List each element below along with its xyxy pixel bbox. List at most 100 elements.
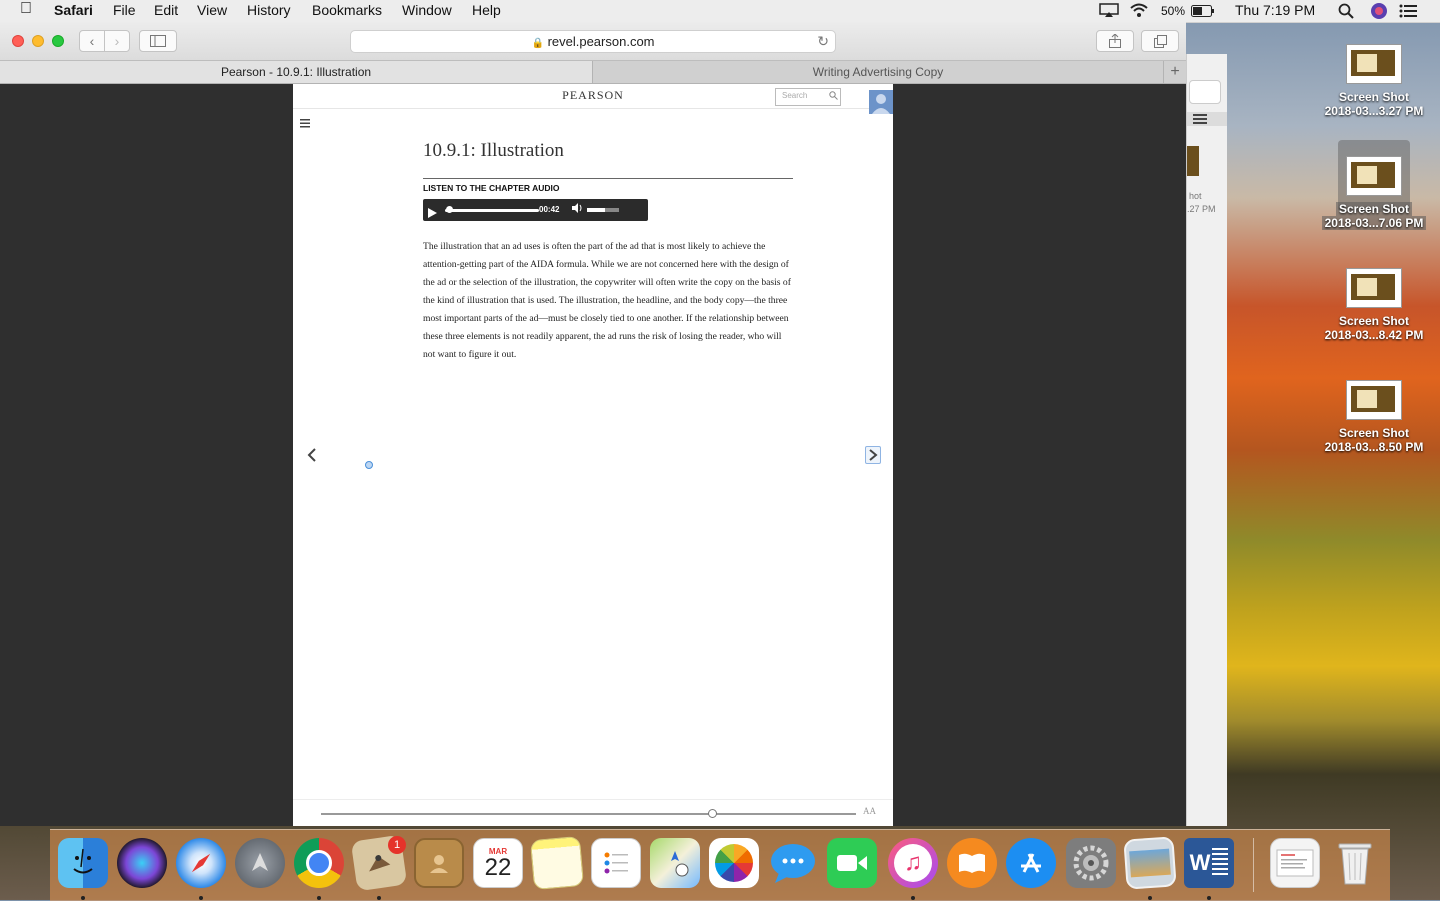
battery-icon[interactable] [1191, 4, 1215, 20]
running-indicator [317, 896, 321, 900]
system-preferences-icon[interactable] [1066, 838, 1116, 888]
wifi-icon[interactable] [1129, 2, 1149, 21]
url-text: revel.pearson.com [547, 34, 655, 49]
chrome-icon[interactable] [294, 838, 344, 888]
forward-button[interactable]: › [104, 30, 130, 52]
title-divider [423, 178, 793, 179]
tab-writing-advertising-copy[interactable]: Writing Advertising Copy [593, 61, 1163, 83]
previous-page-icon[interactable] [307, 448, 317, 467]
menu-view[interactable]: View [197, 2, 227, 18]
bg-window-file-time: .27 PM [1187, 204, 1216, 214]
close-window-button[interactable] [12, 35, 24, 47]
audio-progress-track[interactable] [445, 209, 539, 212]
web-page: PEARSON Search 10.9.1: Illustration LIST… [293, 84, 893, 826]
notes-icon[interactable] [529, 835, 585, 891]
search-icon[interactable] [829, 91, 838, 102]
preview-icon[interactable] [1123, 836, 1177, 890]
mail-badge: 1 [388, 836, 406, 854]
menu-bar:  Safari File Edit View History Bookmark… [0, 0, 1440, 23]
notification-center-icon[interactable] [1399, 4, 1417, 21]
trash-icon[interactable] [1330, 838, 1380, 888]
apple-menu-icon[interactable]:  [20, 0, 32, 18]
downloads-stack-icon[interactable] [1270, 838, 1320, 888]
audio-time: 00:42 [539, 205, 560, 214]
menubar-clock[interactable]: Thu 7:19 PM [1235, 2, 1315, 18]
desktop-file[interactable]: Screen Shot 2018-03...8.42 PM [1314, 268, 1434, 342]
menu-edit[interactable]: Edit [154, 2, 178, 18]
font-size-button[interactable]: AA [863, 806, 876, 816]
menu-bookmarks[interactable]: Bookmarks [312, 2, 382, 18]
app-store-icon[interactable] [1006, 838, 1056, 888]
volume-icon[interactable] [572, 203, 583, 215]
safari-icon[interactable] [176, 838, 226, 888]
siri-icon[interactable] [1370, 2, 1388, 23]
calendar-icon[interactable]: MAR 22 [473, 838, 523, 888]
siri-icon[interactable] [117, 838, 167, 888]
background-finder-window[interactable]: hot .27 PM [1186, 54, 1227, 826]
running-indicator [1148, 896, 1152, 900]
sidebar-toggle-button[interactable] [139, 30, 177, 52]
audio-progress-handle[interactable] [446, 206, 453, 213]
file-date: 2018-03...3.27 PM [1324, 104, 1424, 118]
desktop-file[interactable]: Screen Shot 2018-03...7.06 PM [1314, 140, 1434, 230]
file-thumbnail [1346, 156, 1402, 196]
next-page-icon[interactable] [865, 446, 881, 464]
zoom-window-button[interactable] [52, 35, 64, 47]
tab-overview-button[interactable] [1141, 30, 1179, 52]
desktop-file[interactable]: Screen Shot 2018-03...3.27 PM [1314, 44, 1434, 118]
file-thumbnail [1346, 44, 1402, 84]
file-date: 2018-03...8.50 PM [1324, 440, 1424, 454]
spotlight-icon[interactable] [1338, 3, 1354, 22]
volume-slider[interactable] [587, 208, 619, 212]
menu-help[interactable]: Help [472, 2, 501, 18]
messages-icon[interactable] [768, 838, 818, 888]
file-name: Screen Shot [1338, 426, 1410, 440]
calendar-day: 22 [484, 853, 512, 881]
back-button[interactable]: ‹ [79, 30, 105, 52]
desktop-file[interactable]: Screen Shot 2018-03...8.50 PM [1314, 380, 1434, 454]
tab-bar: Pearson - 10.9.1: Illustration Writing A… [0, 61, 1186, 84]
menu-history[interactable]: History [247, 2, 291, 18]
menu-file[interactable]: File [113, 2, 136, 18]
audio-label: LISTEN TO THE CHAPTER AUDIO [423, 183, 560, 193]
reading-progress-handle[interactable] [708, 809, 717, 818]
running-indicator [81, 896, 85, 900]
running-indicator [199, 896, 203, 900]
itunes-icon[interactable]: ♫ [888, 838, 938, 888]
safari-toolbar: ‹ › 🔒 revel.pearson.com ↻ [0, 22, 1186, 61]
tab-pearson[interactable]: Pearson - 10.9.1: Illustration [0, 61, 593, 83]
play-icon[interactable] [428, 205, 437, 223]
new-tab-button[interactable]: + [1163, 61, 1186, 83]
maps-icon[interactable] [650, 838, 700, 888]
facetime-icon[interactable] [827, 838, 877, 888]
running-indicator [1207, 896, 1211, 900]
lock-icon: 🔒 [531, 38, 544, 49]
audio-player: 00:42 [423, 199, 648, 221]
photos-icon[interactable] [709, 838, 759, 888]
contacts-icon[interactable] [414, 838, 464, 888]
reload-icon[interactable]: ↻ [817, 31, 829, 52]
bg-window-list-icon [1187, 112, 1227, 126]
file-thumbnail [1346, 380, 1402, 420]
reading-progress-track[interactable] [321, 813, 856, 815]
ibooks-icon[interactable] [947, 838, 997, 888]
file-date: 2018-03...8.42 PM [1324, 328, 1424, 342]
address-bar[interactable]: 🔒 revel.pearson.com ↻ [350, 30, 836, 53]
microsoft-word-icon[interactable]: W [1184, 838, 1234, 888]
finder-icon[interactable] [58, 838, 108, 888]
safari-window: ‹ › 🔒 revel.pearson.com ↻ Pearson - 10.9… [0, 22, 1186, 826]
menu-app-name[interactable]: Safari [54, 2, 93, 18]
hamburger-menu-icon[interactable] [300, 115, 311, 133]
user-avatar[interactable] [869, 90, 893, 114]
reminders-icon[interactable] [591, 838, 641, 888]
minimize-window-button[interactable] [32, 35, 44, 47]
file-name: Screen Shot [1338, 314, 1410, 328]
search-input[interactable]: Search [775, 88, 841, 106]
menu-window[interactable]: Window [402, 2, 452, 18]
airplay-icon[interactable] [1099, 3, 1119, 21]
share-button[interactable] [1096, 30, 1134, 52]
launchpad-icon[interactable] [235, 838, 285, 888]
bg-window-thumbnail [1187, 146, 1199, 176]
dock: 1 MAR 22 ♫ W [50, 829, 1390, 901]
running-indicator [911, 896, 915, 900]
